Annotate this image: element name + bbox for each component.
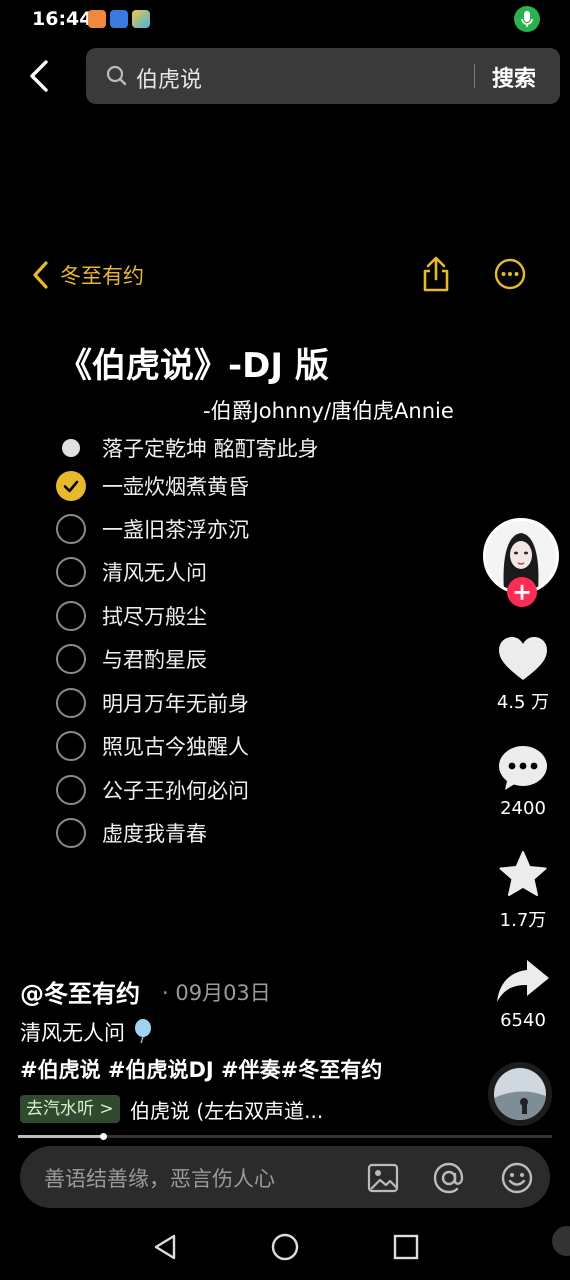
search-button[interactable]: 搜索 [492,61,536,93]
bullet-dot-icon [56,433,86,463]
comment-count: 2400 [500,798,546,819]
system-navigation-bar [0,1210,570,1280]
chevron-left-icon [33,261,48,289]
notes-back-button[interactable]: 冬至有约 [32,258,144,292]
post-author[interactable]: @冬至有约 [20,974,140,1009]
comment-bubble-icon [499,746,547,790]
checklist-item[interactable]: 照见古今独醒人 [56,730,249,762]
checklist-item[interactable]: 一盏旧茶浮亦沉 [56,513,249,545]
balloon-emoji-icon [132,1019,154,1045]
checklist-item[interactable]: 公子王孙何必问 [56,774,249,806]
search-icon [106,65,128,91]
checkbox-circle-icon[interactable] [56,601,86,631]
back-button[interactable] [26,58,56,94]
checklist-item[interactable]: 一壶炊烟煮黄昏 [56,470,249,502]
app-notification-icon [132,10,150,28]
share-count: 6540 [500,1010,546,1031]
like-button[interactable]: 4.5 万 [488,636,558,714]
checklist-item-text: 落子定乾坤 酩酊寄此身 [102,437,319,461]
like-count: 4.5 万 [496,692,550,713]
more-options-icon[interactable] [494,258,526,294]
favorite-count: 1.7万 [499,910,547,931]
checklist-item[interactable]: 明月万年无前身 [56,687,249,719]
comment-input[interactable]: 善语结善缘，恶言伤人心 [44,1163,275,1193]
nav-recents-icon[interactable] [391,1232,421,1262]
chevron-left-icon [30,60,48,92]
search-input[interactable]: 伯虎说 [136,62,202,94]
checklist-item-text: 一壶炊烟煮黄昏 [102,475,249,499]
checkbox-circle-icon[interactable] [56,688,86,718]
notes-folder-label: 冬至有约 [60,264,144,288]
share-icon[interactable] [420,256,452,298]
music-disc-icon[interactable] [488,1062,552,1126]
checkbox-circle-icon[interactable] [56,514,86,544]
post-caption-text: 清风无人问 [20,1021,125,1045]
app-notification-icon [88,10,106,28]
checklist-item[interactable]: 拭尽万般尘 [56,600,207,632]
checklist-item-text: 与君酌星辰 [102,648,207,672]
checklist-item-text: 清风无人问 [102,561,207,585]
checklist-item-text: 拭尽万般尘 [102,605,207,629]
heart-icon [499,637,547,680]
microphone-icon [514,6,540,32]
search-bar[interactable]: 伯虎说 搜索 [86,48,560,104]
nav-back-icon[interactable] [150,1232,180,1262]
comment-input-bar[interactable]: 善语结善缘，恶言伤人心 [20,1146,550,1208]
app-notification-icon [110,10,128,28]
checklist-item-text: 虚度我青春 [102,822,207,846]
share-arrow-icon [497,960,549,1002]
playback-progress-knob[interactable] [100,1133,108,1140]
checkbox-circle-icon[interactable] [56,731,86,761]
checkmark-icon[interactable] [56,471,86,501]
nav-home-icon[interactable] [270,1232,300,1262]
emoji-icon[interactable] [500,1161,534,1195]
checkbox-circle-icon[interactable] [56,775,86,805]
playback-progress-bar[interactable] [18,1133,552,1140]
checklist-item[interactable]: 清风无人问 [56,556,207,588]
music-title[interactable]: 伯虎说 (左右双声道... [130,1095,323,1124]
follow-plus-button[interactable]: + [507,577,537,607]
checklist-item[interactable]: 落子定乾坤 酩酊寄此身 [56,432,319,464]
checkbox-circle-icon[interactable] [56,818,86,848]
note-author: -伯爵Johnny/唐伯虎Annie [203,399,454,423]
post-date: · 09月03日 [162,981,271,1005]
checklist-item-text: 明月万年无前身 [102,692,249,716]
checklist-item-text: 一盏旧茶浮亦沉 [102,518,249,542]
search-divider [474,64,475,88]
music-app-tag[interactable]: 去汽水听 > [20,1095,120,1123]
comment-button[interactable]: 2400 [488,744,558,819]
checklist-item[interactable]: 虚度我青春 [56,817,207,849]
checklist-item-text: 照见古今独醒人 [102,735,249,759]
checkbox-circle-icon[interactable] [56,644,86,674]
status-bar: 16:44 [0,0,570,40]
playback-progress-fill [18,1135,104,1138]
share-button[interactable]: 6540 [488,958,558,1031]
status-time: 16:44 [32,8,93,30]
checklist-item[interactable]: 与君酌星辰 [56,643,207,675]
checklist-item-text: 公子王孙何必问 [102,779,249,803]
checkbox-circle-icon[interactable] [56,557,86,587]
image-icon[interactable] [366,1161,400,1195]
note-title: 《伯虎说》-DJ 版 [58,346,329,386]
post-hashtags[interactable]: #伯虎说 #伯虎说DJ #伴奏#冬至有约 [20,1054,382,1084]
post-caption: 清风无人问 [20,1017,154,1047]
star-icon [499,851,547,896]
mention-at-icon[interactable] [432,1161,466,1195]
favorite-button[interactable]: 1.7万 [488,850,558,932]
